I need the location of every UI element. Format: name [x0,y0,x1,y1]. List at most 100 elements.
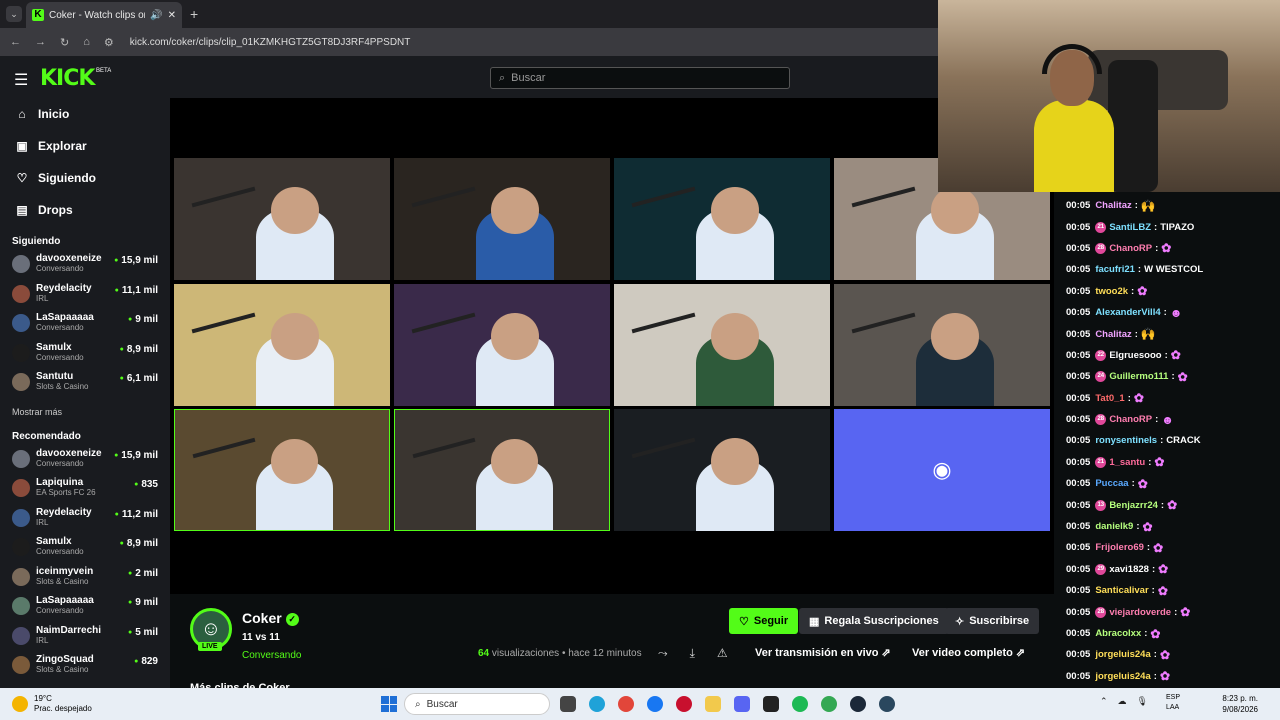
emote-icon: ✿ [1159,647,1170,662]
spotify-icon[interactable] [792,696,808,712]
sidebar-channel[interactable]: davooxeneize Conversando 15,9 mil [0,251,170,281]
nav-item-siguiendo[interactable]: ♡ Siguiendo [0,162,170,194]
reload-icon[interactable]: ↻ [60,36,69,49]
sidebar-channel[interactable]: Reydelacity IRL 11,1 mil [0,281,170,311]
language-indicator[interactable]: ESP LAA [1166,693,1180,713]
share-icon[interactable]: ⤳ [658,646,668,661]
chat-username[interactable]: twoo2k [1095,286,1128,297]
chat-username[interactable]: Santicalivar [1095,585,1148,596]
chat-username[interactable]: Guillermo111 [1109,371,1168,382]
discord-icon[interactable] [734,696,750,712]
chat-username[interactable]: danielk9 [1095,521,1133,532]
chrome-icon-2[interactable] [821,696,837,712]
mic-icon[interactable]: 🎙 [1137,696,1148,707]
sidebar-channel[interactable]: iceinmyvein Slots & Casino 2 mil [0,564,170,594]
chat-username[interactable]: Chalitaz [1095,200,1131,211]
sidebar-channel[interactable]: Lapiquina EA Sports FC 26 835 [0,475,170,505]
chat-username[interactable]: SantiLBZ [1109,222,1151,233]
nav-item-explorar[interactable]: ▣ Explorar [0,130,170,162]
menu-icon[interactable]: ☰ [14,70,28,90]
chat-username[interactable]: Puccaa [1095,478,1128,489]
weather-widget[interactable]: 19°C Prac. despejado [12,694,92,714]
home-browser-icon[interactable]: ⌂ [83,36,90,48]
chat-username[interactable]: Frijolero69 [1095,542,1144,553]
chat-message: 00:05 facufri21: W WESTCOL [1066,264,1204,276]
discord-icon: ◉ [932,457,952,482]
search-input[interactable]: ⌕ Buscar [490,67,790,89]
taskview-icon[interactable] [560,696,576,712]
sidebar-channel[interactable]: Santutu Slots & Casino 6,1 mil [0,369,170,399]
chat-username[interactable]: ChanoRP [1109,243,1152,254]
kick-logo[interactable]: KICK [40,66,95,91]
new-tab-button[interactable]: + [190,6,198,22]
steam-icon-2[interactable] [879,696,895,712]
sidebar-channel[interactable]: LaSapaaaaa Conversando 9 mil [0,310,170,340]
streamer-cam-tile [174,409,390,531]
download-icon[interactable]: ⤓ [690,646,695,661]
chrome-icon[interactable] [618,696,634,712]
edge-icon[interactable] [589,696,605,712]
chat-username[interactable]: 1_santu [1109,457,1145,468]
avatar [12,314,30,332]
browser-tab[interactable]: K Coker - Watch clips on Kick 🔊 ✕ [26,2,182,28]
start-icon[interactable] [381,696,397,712]
chevron-up-icon[interactable]: ⌃ [1100,696,1108,707]
chat-username[interactable]: ChanoRP [1109,414,1152,425]
sidebar-channel[interactable]: davooxeneize Conversando 15,9 mil [0,446,170,476]
report-icon[interactable]: ⚠ [717,646,728,661]
sidebar-channel[interactable]: Reydelacity IRL 11,2 mil [0,505,170,535]
steam-icon[interactable] [850,696,866,712]
streamer-cam-tile [394,284,610,406]
follow-button[interactable]: ♡ Seguir [729,608,799,634]
show-more-link[interactable]: Mostrar más [0,399,170,425]
channel-name[interactable]: Coker ✓ [242,610,299,626]
chat-username[interactable]: Chalitaz [1095,329,1131,340]
network-icon[interactable]: ☁ [1118,696,1127,707]
taskbar-search[interactable]: ⌕ Buscar [404,693,550,715]
chat-username[interactable]: Abracolxx [1095,628,1141,639]
search-icon: ⌕ [415,698,421,710]
stream-title: 11 vs 11 [242,632,280,643]
url-field[interactable]: kick.com/coker/clips/clip_01KZMKHGTZ5GT8… [130,37,411,48]
viewer-count: 5 mil [128,627,158,638]
forward-icon[interactable]: → [35,36,46,48]
watch-full-link[interactable]: Ver video completo ⇗ [912,646,1025,659]
viewer-count: 9 mil [128,597,158,608]
tab-menu-button[interactable]: ⌄ [6,6,22,22]
system-tray: ⌃ ☁ 🎙 [1100,696,1148,707]
speaker-icon[interactable]: 🔊 [150,10,162,21]
chat-username[interactable]: ronysentinels [1095,435,1157,446]
sidebar-channel[interactable]: ZingoSquad Slots & Casino 829 [0,652,170,682]
chat-username[interactable]: Tat0_1 [1095,393,1124,404]
viewer-count: 9 mil [128,314,158,325]
back-icon[interactable]: ← [10,36,21,48]
chat-username[interactable]: jorgeluis24a [1095,649,1150,660]
chat-username[interactable]: Elgruesooo [1109,350,1161,361]
chat-username[interactable]: AlexanderVill4 [1095,307,1160,318]
sidebar-channel[interactable]: NaimDarrechi IRL 5 mil [0,623,170,653]
chat-username[interactable]: facufri21 [1095,264,1135,275]
chat-username[interactable]: jorgeluis24a [1095,671,1150,682]
gift-subs-button[interactable]: ▦ Regala Suscripciones [799,608,949,634]
chat-username[interactable]: xavi1828 [1109,564,1149,575]
watch-live-link[interactable]: Ver transmisión en vivo ⇗ [755,646,891,659]
viewer-count: 2 mil [128,568,158,579]
subscribe-button[interactable]: ✧ Suscribirse [945,608,1040,634]
facebook-icon[interactable] [647,696,663,712]
clock[interactable]: 8:23 p. m. 9/08/2026 [1222,693,1258,715]
chat-username[interactable]: viejardoverde [1109,607,1171,618]
nav-item-drops[interactable]: ▤ Drops [0,194,170,226]
opera-icon[interactable] [676,696,692,712]
emote-icon: ✿ [1142,519,1153,534]
app-icon[interactable] [763,696,779,712]
chat-message: 00:05 Tat0_1: ✿ [1066,391,1144,406]
site-info-icon[interactable]: ⚙ [104,36,114,49]
folder-icon[interactable] [705,696,721,712]
sidebar-channel[interactable]: LaSapaaaaa Conversando 9 mil [0,593,170,623]
category-link[interactable]: Conversando [242,650,301,661]
sidebar-channel[interactable]: Samulx Conversando 8,9 mil [0,340,170,370]
chat-username[interactable]: Benjazrr24 [1109,500,1158,511]
nav-item-inicio[interactable]: ⌂ Inicio [0,98,170,130]
close-tab-icon[interactable]: ✕ [168,10,176,21]
sidebar-channel[interactable]: Samulx Conversando 8,9 mil [0,534,170,564]
